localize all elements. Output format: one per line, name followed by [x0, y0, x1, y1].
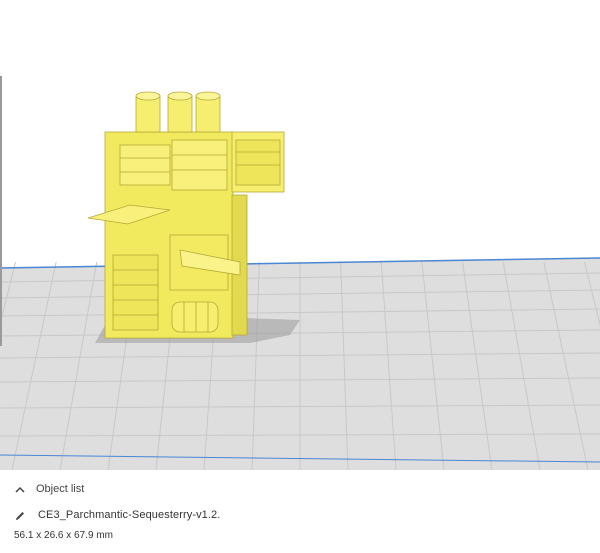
- object-name: CE3_Parchmantic-Sequesterry-v1.2.: [38, 509, 221, 521]
- object-list-label: Object list: [36, 483, 85, 495]
- viewport-left-edge: [0, 76, 2, 346]
- object-dimensions: 56.1 x 26.6 x 67.9 mm: [14, 530, 113, 541]
- chevron-up-icon[interactable]: [14, 483, 26, 495]
- object-list-toggle[interactable]: Object list: [14, 480, 84, 498]
- object-info-panel: Object list CE3_Parchmantic-Sequesterry-…: [0, 470, 600, 553]
- build-plate-scene[interactable]: [0, 0, 600, 470]
- pencil-icon[interactable]: [14, 509, 26, 521]
- object-name-row: CE3_Parchmantic-Sequesterry-v1.2.: [14, 506, 220, 524]
